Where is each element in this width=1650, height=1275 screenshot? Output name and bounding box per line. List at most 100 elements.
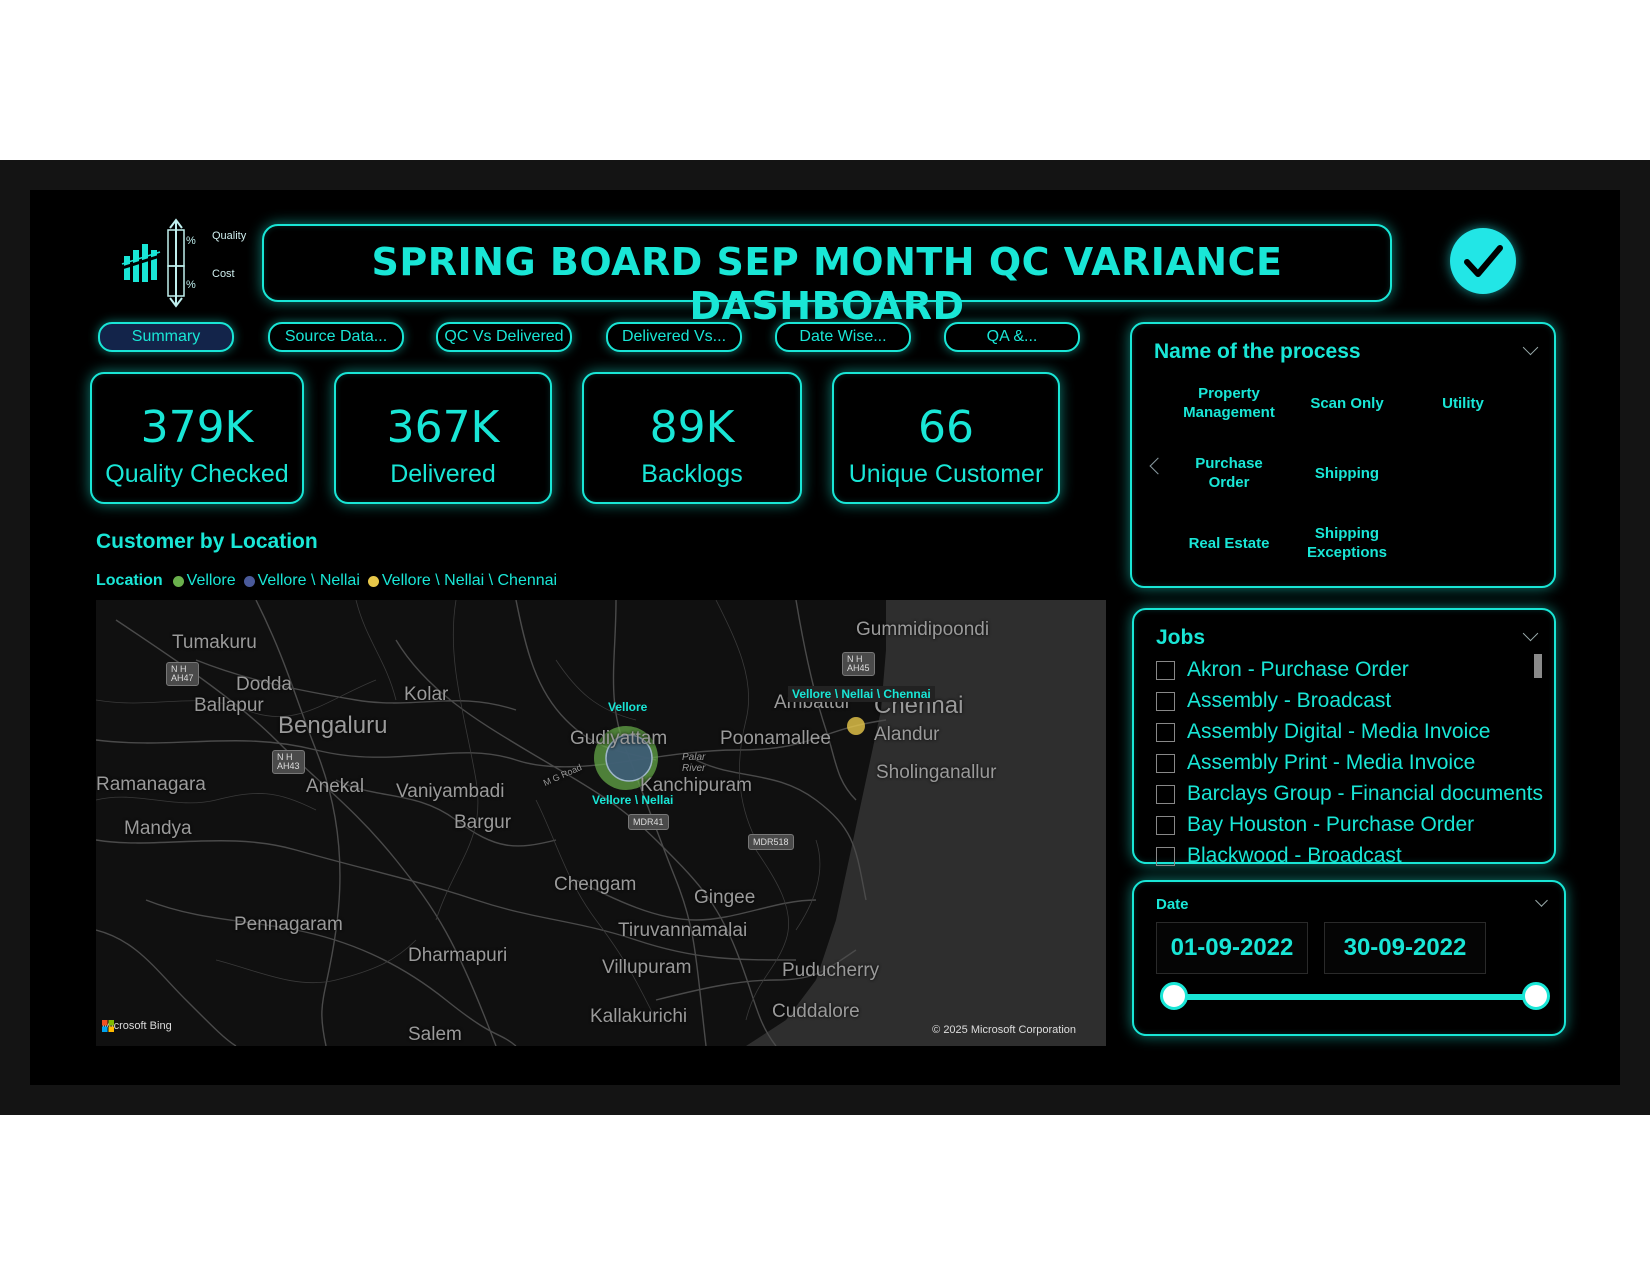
process-option-utility[interactable]: Utility: [1408, 394, 1518, 413]
end-date-input[interactable]: 30-09-2022: [1324, 922, 1486, 974]
date-range-end-handle[interactable]: [1522, 982, 1550, 1010]
legend-label: Vellore \ Nellai: [257, 572, 360, 589]
job-label: Akron - Purchase Order: [1187, 658, 1409, 681]
kpi-value: 379K: [140, 402, 254, 453]
tab-qc-vs-delivered[interactable]: QC Vs Delivered: [436, 322, 572, 352]
legend-item-vellore[interactable]: Vellore: [172, 572, 236, 590]
microsoft-logo-icon: [102, 1020, 114, 1032]
process-option-shipping[interactable]: Shipping: [1292, 464, 1402, 483]
logo-quality-text: Quality: [212, 230, 247, 242]
kpi-label: Unique Customer: [848, 460, 1044, 488]
logo-cost-text: Cost: [212, 268, 235, 280]
kpi-delivered: 367K Delivered: [334, 372, 552, 504]
map-river-label: Palar River: [682, 752, 705, 774]
checkbox[interactable]: [1156, 660, 1175, 680]
kpi-value: 66: [918, 402, 974, 453]
kpi-value: 367K: [386, 402, 500, 453]
title-banner: SPRING BOARD SEP MONTH QC VARIANCE DASHB…: [262, 224, 1392, 328]
process-option-shipping-exceptions[interactable]: Shipping Exceptions: [1292, 524, 1402, 562]
map-roads: [96, 600, 1106, 1046]
map-city-label: Tumakuru: [172, 632, 257, 653]
map-copyright: © 2025 Microsoft Corporation: [932, 1024, 1076, 1036]
map-legend: Location Vellore Vellore \ Nellai Vellor…: [96, 572, 565, 590]
job-label: Barclays Group - Financial documents: [1187, 782, 1543, 805]
map-attribution: Microsoft Bing: [102, 1020, 172, 1032]
legend-item-vellore-nellai[interactable]: Vellore \ Nellai: [243, 572, 360, 590]
checkbox[interactable]: [1156, 815, 1175, 835]
map-city-label: Gummidipoondi: [856, 619, 990, 640]
river-label-line: Palar: [682, 752, 706, 763]
date-slicer-title: Date: [1156, 896, 1189, 913]
checkbox[interactable]: [1156, 691, 1175, 711]
road-badge: N H AH43: [272, 750, 305, 774]
bubble-label-vellore-nellai-chennai: Vellore \ Nellai \ Chennai: [788, 686, 935, 702]
road-badge: MDR518: [748, 834, 794, 850]
chevron-left-icon[interactable]: [1149, 457, 1167, 475]
map-city-label: Poonamallee: [720, 728, 831, 749]
job-label: Bay Houston - Purchase Order: [1187, 813, 1475, 836]
chevron-down-icon[interactable]: [1522, 625, 1539, 642]
process-option-scan-only[interactable]: Scan Only: [1292, 394, 1402, 413]
process-slicer: Name of the process Property Management …: [1130, 322, 1556, 588]
legend-dot: [172, 575, 184, 587]
checkbox[interactable]: [1156, 784, 1175, 804]
job-option[interactable]: Assembly Print - Media Invoice: [1156, 751, 1475, 775]
job-option[interactable]: Barclays Group - Financial documents: [1156, 782, 1543, 806]
page-title: SPRING BOARD SEP MONTH QC VARIANCE DASHB…: [371, 240, 1283, 328]
date-slicer: Date 01-09-2022 30-09-2022: [1132, 880, 1566, 1036]
job-label: Blackwood - Broadcast: [1187, 844, 1402, 867]
map-city-label: Cuddalore: [772, 1001, 860, 1022]
map-city-label: Kallakurichi: [590, 1006, 688, 1027]
map-city-label: Chengam: [554, 874, 637, 895]
map-city-label: Pennagaram: [234, 914, 343, 935]
legend-dot: [243, 575, 255, 587]
svg-text:%: %: [186, 279, 196, 291]
job-option[interactable]: Akron - Purchase Order: [1156, 658, 1409, 682]
date-range-track[interactable]: [1174, 994, 1536, 1000]
map-city-label: Villupuram: [602, 957, 692, 978]
job-label: Assembly - Broadcast: [1187, 689, 1392, 712]
bubble-label-vellore: Vellore: [608, 700, 648, 714]
job-label: Assembly Digital - Media Invoice: [1187, 720, 1491, 743]
job-option[interactable]: Bay Houston - Purchase Order: [1156, 813, 1474, 837]
checkbox[interactable]: [1156, 722, 1175, 742]
tab-qa[interactable]: QA &...: [944, 322, 1080, 352]
map-city-label: Gudiyattam: [570, 728, 668, 749]
jobs-slicer-title: Jobs: [1156, 626, 1206, 649]
tab-delivered-vs[interactable]: Delivered Vs...: [606, 322, 742, 352]
checkbox[interactable]: [1156, 753, 1175, 773]
chevron-down-icon[interactable]: [1522, 339, 1539, 356]
dashboard-canvas: % % Quality Cost SPRING BOARD SEP MONTH …: [30, 190, 1620, 1085]
process-option-real-estate[interactable]: Real Estate: [1174, 534, 1284, 553]
bubble-label-vellore-nellai: Vellore \ Nellai: [592, 793, 674, 807]
legend-dot: [367, 575, 379, 587]
map-title: Customer by Location: [96, 530, 318, 553]
job-option[interactable]: Blackwood - Broadcast: [1156, 844, 1402, 868]
map-city-label: Mandya: [124, 818, 192, 839]
checkmark-icon: [1450, 228, 1516, 294]
river-label-line: River: [682, 763, 706, 774]
map-city-label: Alandur: [874, 724, 940, 745]
jobs-scrollbar[interactable]: [1534, 654, 1542, 678]
checkbox[interactable]: [1156, 846, 1175, 866]
legend-item-vellore-nellai-chennai[interactable]: Vellore \ Nellai \ Chennai: [367, 572, 557, 590]
map-city-label: Salem: [408, 1024, 462, 1045]
map-city-label: Puducherry: [782, 960, 880, 981]
process-option-property-management[interactable]: Property Management: [1174, 384, 1284, 422]
tab-source-data[interactable]: Source Data...: [268, 322, 404, 352]
kpi-label: Quality Checked: [105, 460, 289, 488]
tab-date-wise[interactable]: Date Wise...: [775, 322, 911, 352]
job-option[interactable]: Assembly Digital - Media Invoice: [1156, 720, 1490, 744]
road-badge: N H AH47: [166, 662, 199, 686]
map-city-label: Anekal: [306, 776, 365, 797]
legend-title: Location: [96, 572, 163, 589]
map-city-label: Dodda: [236, 674, 292, 695]
location-map[interactable]: Tumakuru Dodda Ballapur Kolar Bengaluru …: [96, 600, 1106, 1046]
date-range-start-handle[interactable]: [1160, 982, 1188, 1010]
process-slicer-title: Name of the process: [1154, 340, 1361, 363]
process-option-purchase-order[interactable]: Purchase Order: [1186, 454, 1272, 492]
chevron-down-icon[interactable]: [1535, 894, 1548, 907]
tab-summary[interactable]: Summary: [98, 322, 234, 352]
job-option[interactable]: Assembly - Broadcast: [1156, 689, 1391, 713]
start-date-input[interactable]: 01-09-2022: [1156, 922, 1308, 974]
